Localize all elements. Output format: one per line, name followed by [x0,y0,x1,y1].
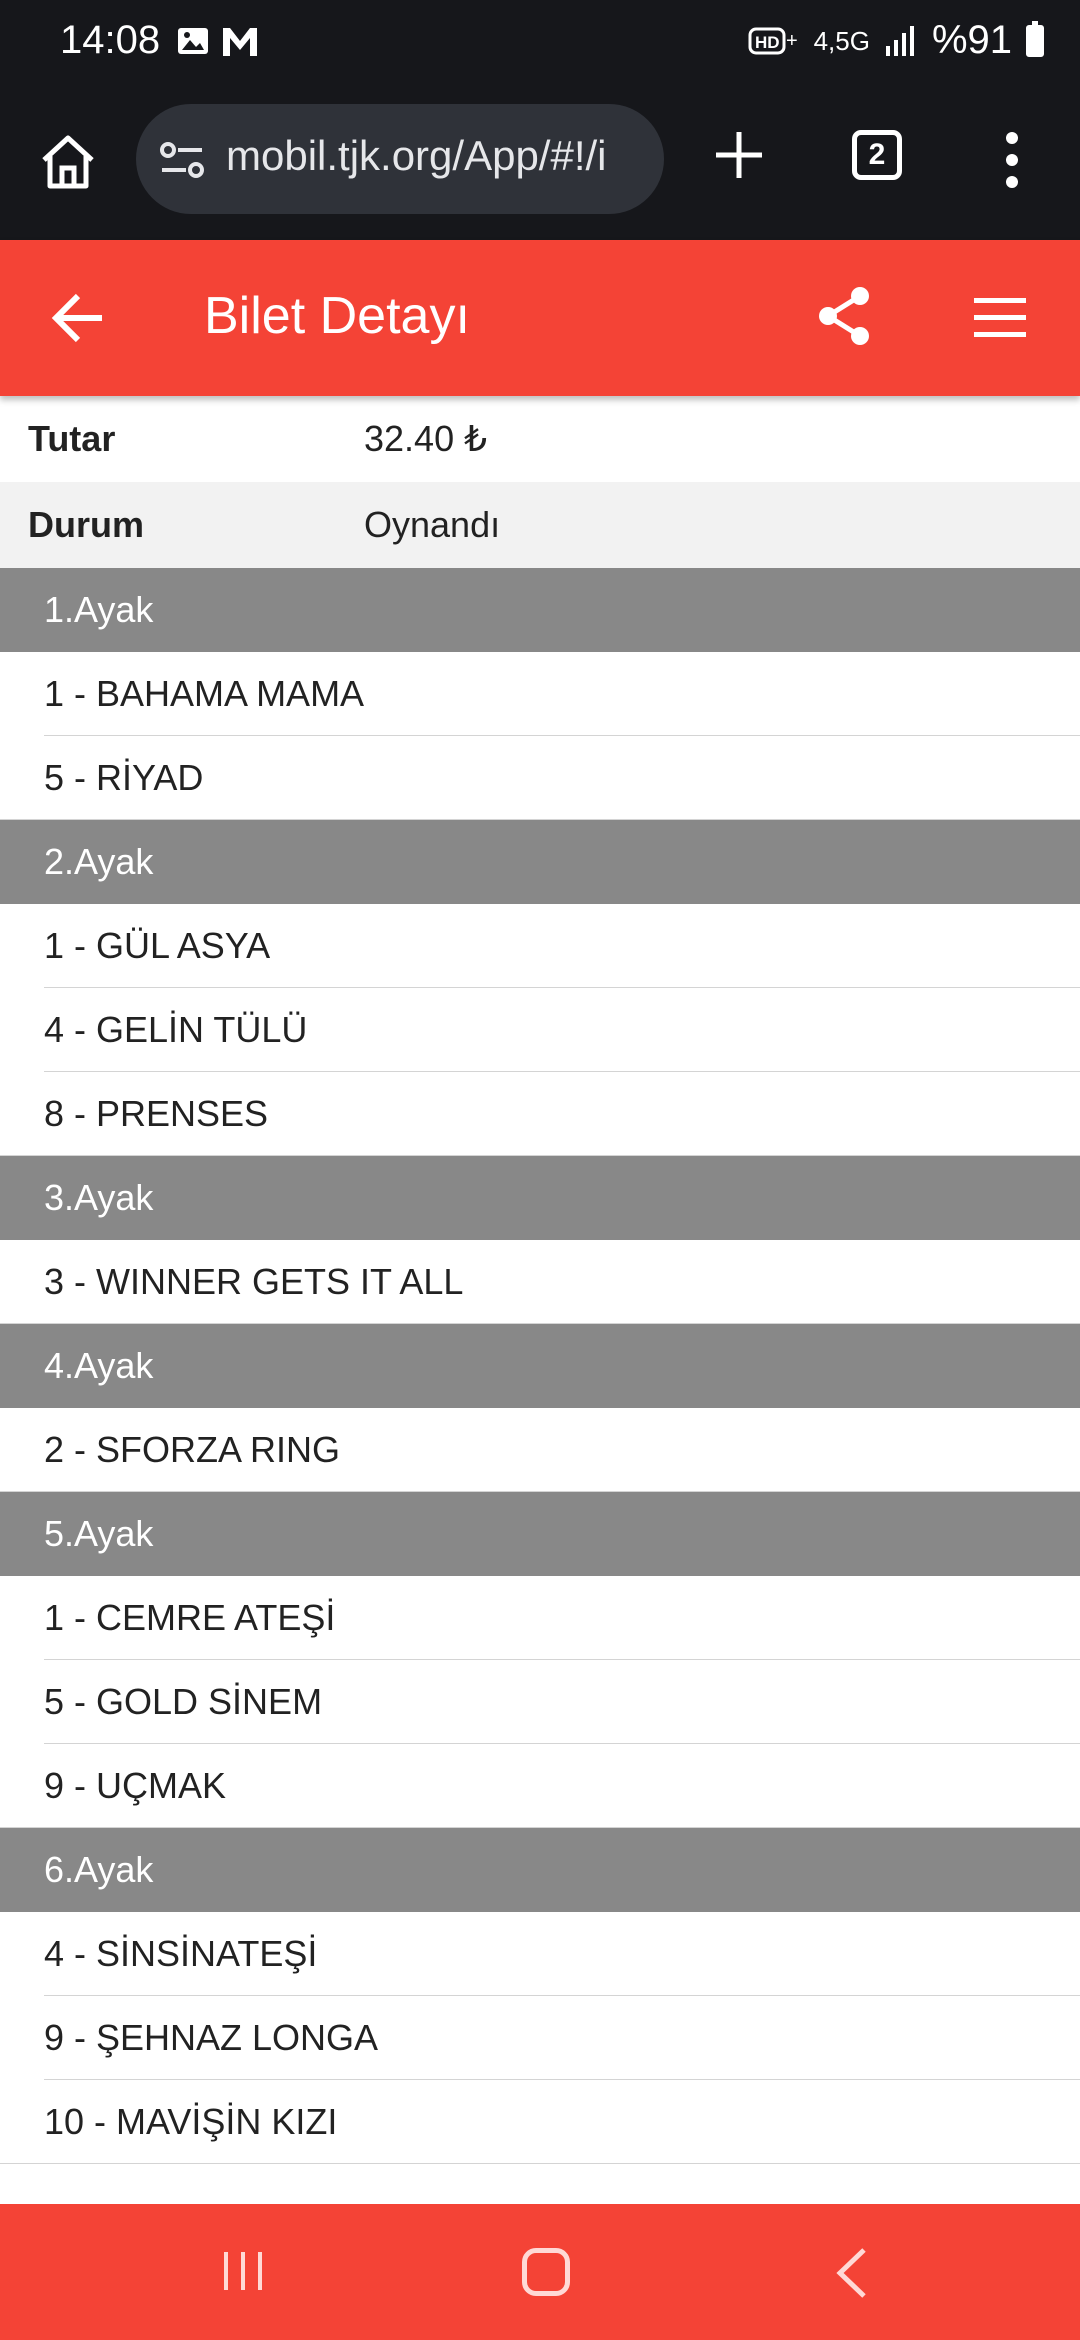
amount-value: 32.40 ₺ [364,418,487,459]
status-indicators: HD + 4,5G %91 [748,18,1044,63]
share-icon[interactable] [812,284,876,348]
horse-item: 8 - PRENSES [0,1072,1080,1156]
horse-item: 3 - WINNER GETS IT ALL [0,1240,1080,1324]
gmail-icon [223,28,257,56]
leg-header: 6.Ayak [0,1828,1080,1912]
hd-voice-icon: HD + [748,27,798,54]
recent-apps-icon[interactable] [218,2248,268,2294]
browser-toolbar: mobil.tjk.org/App/#!/i 2 [0,90,1080,240]
amount-label: Tutar [28,418,116,459]
status-label: Durum [28,504,144,545]
home-button[interactable] [522,2248,570,2296]
status-bar: 14:08 HD + 4,5G %91 [0,0,1080,90]
leg-header: 1.Ayak [0,568,1080,652]
horse-item: 4 - GELİN TÜLÜ [0,988,1080,1072]
horse-item: 9 - UÇMAK [0,1744,1080,1828]
horse-item: 1 - BAHAMA MAMA [0,652,1080,736]
horse-item: 4 - SİNSİNATEŞİ [0,1912,1080,1996]
horse-item: 10 - MAVİŞİN KIZI [0,2080,1080,2164]
site-settings-icon[interactable] [158,136,206,184]
address-bar[interactable]: mobil.tjk.org/App/#!/i [136,104,664,214]
more-options-icon[interactable] [1000,130,1024,190]
new-tab-icon[interactable] [712,128,766,182]
leg-header: 2.Ayak [0,820,1080,904]
leg-header: 3.Ayak [0,1156,1080,1240]
svg-text:HD: HD [755,33,780,52]
tab-switcher-button[interactable]: 2 [852,130,902,180]
status-value: Oynandı [364,504,501,545]
leg-header: 4.Ayak [0,1324,1080,1408]
back-arrow-icon[interactable] [48,288,108,348]
app-header: Bilet Detayı [0,240,1080,396]
system-back-icon[interactable] [832,2246,872,2300]
leg-header: 5.Ayak [0,1492,1080,1576]
gallery-icon [178,28,208,54]
system-nav-bar [0,2204,1080,2340]
horse-item: 2 - SFORZA RING [0,1408,1080,1492]
horse-item: 5 - GOLD SİNEM [0,1660,1080,1744]
horse-item: 5 - RİYAD [0,736,1080,820]
notification-icons [176,24,260,58]
amount-row: Tutar 32.40 ₺ [0,396,1080,482]
ticket-detail: Tutar 32.40 ₺ Durum Oynandı 1.Ayak 1 - B… [0,396,1080,2164]
home-icon[interactable] [36,130,100,194]
battery-percent: %91 [931,18,1012,62]
url-text[interactable]: mobil.tjk.org/App/#!/i [226,132,607,180]
horse-item: 9 - ŞEHNAZ LONGA [0,1996,1080,2080]
status-row: Durum Oynandı [0,482,1080,568]
horse-item: 1 - CEMRE ATEŞİ [0,1576,1080,1660]
battery-icon [1026,20,1044,57]
status-time: 14:08 [60,18,161,62]
horse-item: 1 - GÜL ASYA [0,904,1080,988]
signal-icon [885,25,914,56]
hamburger-menu-icon[interactable] [970,292,1030,344]
network-type: 4,5G [813,25,870,56]
page-title: Bilet Detayı [204,287,470,345]
svg-text:+: + [786,30,798,52]
